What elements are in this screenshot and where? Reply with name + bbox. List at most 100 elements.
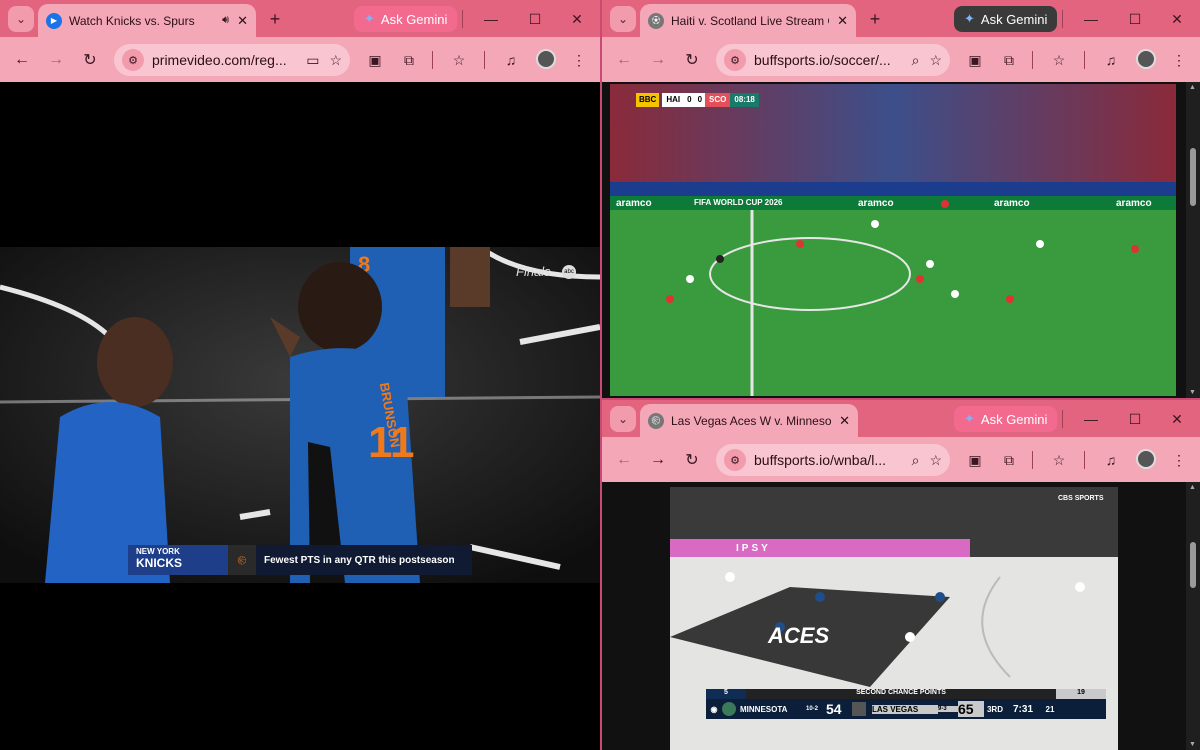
wnba-video-frame[interactable]: IPSY ACES CBS SPORTS 5 SECOND CHANCE POI… xyxy=(670,487,1118,750)
menu-kebab-icon[interactable]: ⋮ xyxy=(1168,49,1190,71)
site-info-icon[interactable]: ⚙ xyxy=(724,449,746,471)
scroll-up-icon[interactable]: ▲ xyxy=(1189,84,1196,91)
scroll-up-icon[interactable]: ▲ xyxy=(1189,484,1196,491)
bookmarks-icon[interactable]: ☆ xyxy=(1048,49,1070,71)
close-tab-icon[interactable]: ✕ xyxy=(237,13,248,29)
video-area[interactable]: aramco FIFA WORLD CUP 2026 aramco aramco… xyxy=(602,82,1200,398)
site-info-icon[interactable]: ⚙ xyxy=(122,49,144,71)
bookmark-star-icon[interactable]: ☆ xyxy=(929,52,942,69)
scorebug: ◉ MINNESOTA 10-2 54 LAS VEGAS 9-3 65 3RD… xyxy=(706,699,1106,719)
quarter: 3RD xyxy=(986,704,1003,714)
video-area[interactable]: IPSY ACES CBS SPORTS 5 SECOND CHANCE POI… xyxy=(602,482,1200,750)
new-tab-button[interactable]: + xyxy=(264,8,286,30)
close-window-icon[interactable]: ✕ xyxy=(1166,408,1188,430)
forward-arrow-icon[interactable]: → xyxy=(44,48,68,72)
scroll-down-icon[interactable]: ▼ xyxy=(1189,741,1196,748)
scrollbar[interactable]: ▲ ▼ xyxy=(1186,82,1200,398)
media-controls-icon[interactable]: ♫ xyxy=(1100,449,1122,471)
site-info-icon[interactable]: ⚙ xyxy=(724,49,746,71)
tab-aces-minnesota[interactable]: 🏀︎ Las Vegas Aces W v. Minnesota ✕ xyxy=(640,404,858,437)
home-score: 0 xyxy=(684,93,695,107)
tab-knicks-spurs[interactable]: ▶ Watch Knicks vs. Spurs 🔊︎ ✕ xyxy=(38,4,256,37)
ask-gemini-button[interactable]: ✦ Ask Gemini xyxy=(354,6,458,32)
board-aramco-4: aramco xyxy=(1116,198,1152,209)
gemini-spark-icon: ✦ xyxy=(964,11,975,26)
menu-kebab-icon[interactable]: ⋮ xyxy=(568,49,590,71)
maximize-icon[interactable]: ☐ xyxy=(524,8,546,30)
close-window-icon[interactable]: ✕ xyxy=(1166,8,1188,30)
visibility-icon: ◉ xyxy=(710,704,718,714)
tab-search-button[interactable]: ⌄ xyxy=(610,6,636,32)
close-tab-icon[interactable]: ✕ xyxy=(837,13,848,29)
scrollbar[interactable]: ▲ ▼ xyxy=(1186,482,1200,750)
scroll-thumb[interactable] xyxy=(1190,148,1196,206)
close-tab-icon[interactable]: ✕ xyxy=(839,413,850,429)
extensions-puzzle-icon[interactable]: ⧉ xyxy=(998,49,1020,71)
browser-window-knicks: ⌄ ▶ Watch Knicks vs. Spurs 🔊︎ ✕ + ✦ Ask … xyxy=(0,0,600,750)
picture-in-picture-icon[interactable]: ▣ xyxy=(364,49,386,71)
home-record: 9-3 xyxy=(938,706,958,712)
basketball-video-frame[interactable]: 8 11 BRUNSON Finals abc NEW YORK KNICKS … xyxy=(0,247,600,583)
bookmark-star-icon[interactable]: ☆ xyxy=(329,52,342,69)
profile-avatar[interactable] xyxy=(1136,449,1156,469)
picture-in-picture-icon[interactable]: ▣ xyxy=(964,449,986,471)
media-controls-icon[interactable]: ♫ xyxy=(500,49,522,71)
match-clock: 08:18 xyxy=(730,93,759,107)
minimize-icon[interactable]: — xyxy=(1080,8,1102,30)
address-bar[interactable]: ⚙ buffsports.io/soccer/... ⌕ ☆ xyxy=(716,44,950,76)
tab-haiti-scotland[interactable]: ⚽︎ Haiti v. Scotland Live Stream Or ✕ xyxy=(640,4,856,37)
forward-arrow-icon[interactable]: → xyxy=(646,48,670,72)
reload-icon[interactable]: ↻ xyxy=(680,48,704,72)
forward-arrow-icon[interactable]: → xyxy=(646,448,670,472)
prime-video-favicon-icon: ▶ xyxy=(46,12,62,29)
maximize-icon[interactable]: ☐ xyxy=(1124,408,1146,430)
picture-in-picture-icon[interactable]: ▣ xyxy=(964,49,986,71)
audio-playing-icon[interactable]: 🔊︎ xyxy=(222,14,229,27)
profile-avatar[interactable] xyxy=(1136,49,1156,69)
url-text: primevideo.com/reg... xyxy=(152,52,287,68)
tab-search-button[interactable]: ⌄ xyxy=(610,406,636,432)
stat-right: 19 xyxy=(1056,689,1106,699)
finals-watermark: Finals xyxy=(516,264,551,279)
scroll-thumb[interactable] xyxy=(1190,542,1196,588)
divider xyxy=(1084,51,1085,69)
stat-label: SECOND CHANCE POINTS xyxy=(746,689,1056,699)
ask-gemini-button[interactable]: ✦ Ask Gemini xyxy=(954,406,1058,432)
reload-icon[interactable]: ↻ xyxy=(680,448,704,472)
zoom-icon[interactable]: ⌕ xyxy=(912,52,920,69)
reload-icon[interactable]: ↻ xyxy=(78,48,102,72)
extensions-puzzle-icon[interactable]: ⧉ xyxy=(998,449,1020,471)
ask-gemini-label: Ask Gemini xyxy=(980,11,1048,27)
team-banner: NEW YORK KNICKS xyxy=(128,545,228,575)
ask-gemini-button[interactable]: ✦ Ask Gemini xyxy=(954,6,1058,32)
back-arrow-icon[interactable]: ← xyxy=(612,448,636,472)
cast-icon[interactable]: ▭ xyxy=(306,52,319,69)
bookmarks-icon[interactable]: ☆ xyxy=(1048,449,1070,471)
address-bar[interactable]: ⚙ buffsports.io/wnba/l... ⌕ ☆ xyxy=(716,444,950,476)
gemini-spark-icon: ✦ xyxy=(364,11,375,26)
zoom-icon[interactable]: ⌕ xyxy=(912,452,920,469)
maximize-icon[interactable]: ☐ xyxy=(1124,8,1146,30)
court-logo: ACES xyxy=(768,623,830,648)
tab-search-button[interactable]: ⌄ xyxy=(8,6,34,32)
extensions-puzzle-icon[interactable]: ⧉ xyxy=(398,49,420,71)
close-window-icon[interactable]: ✕ xyxy=(566,8,588,30)
address-bar[interactable]: ⚙ primevideo.com/reg... ▭ ☆ xyxy=(114,44,350,76)
board-aramco-1: aramco xyxy=(616,198,652,209)
new-tab-button[interactable]: + xyxy=(864,8,886,30)
minimize-icon[interactable]: — xyxy=(1080,408,1102,430)
media-controls-icon[interactable]: ♫ xyxy=(1100,49,1122,71)
scroll-down-icon[interactable]: ▼ xyxy=(1189,389,1196,396)
soccer-video-frame[interactable]: aramco FIFA WORLD CUP 2026 aramco aramco… xyxy=(610,84,1176,396)
menu-kebab-icon[interactable]: ⋮ xyxy=(1168,449,1190,471)
video-area[interactable]: 8 11 BRUNSON Finals abc NEW YORK KNICKS … xyxy=(0,82,600,750)
home-team: HAI xyxy=(662,93,685,107)
back-arrow-icon[interactable]: ← xyxy=(612,48,636,72)
gemini-spark-icon: ✦ xyxy=(964,411,975,426)
divider xyxy=(1032,51,1033,69)
profile-avatar[interactable] xyxy=(536,49,556,69)
bookmark-star-icon[interactable]: ☆ xyxy=(929,452,942,469)
bookmarks-icon[interactable]: ☆ xyxy=(448,49,470,71)
minimize-icon[interactable]: — xyxy=(480,8,502,30)
back-arrow-icon[interactable]: ← xyxy=(10,48,34,72)
